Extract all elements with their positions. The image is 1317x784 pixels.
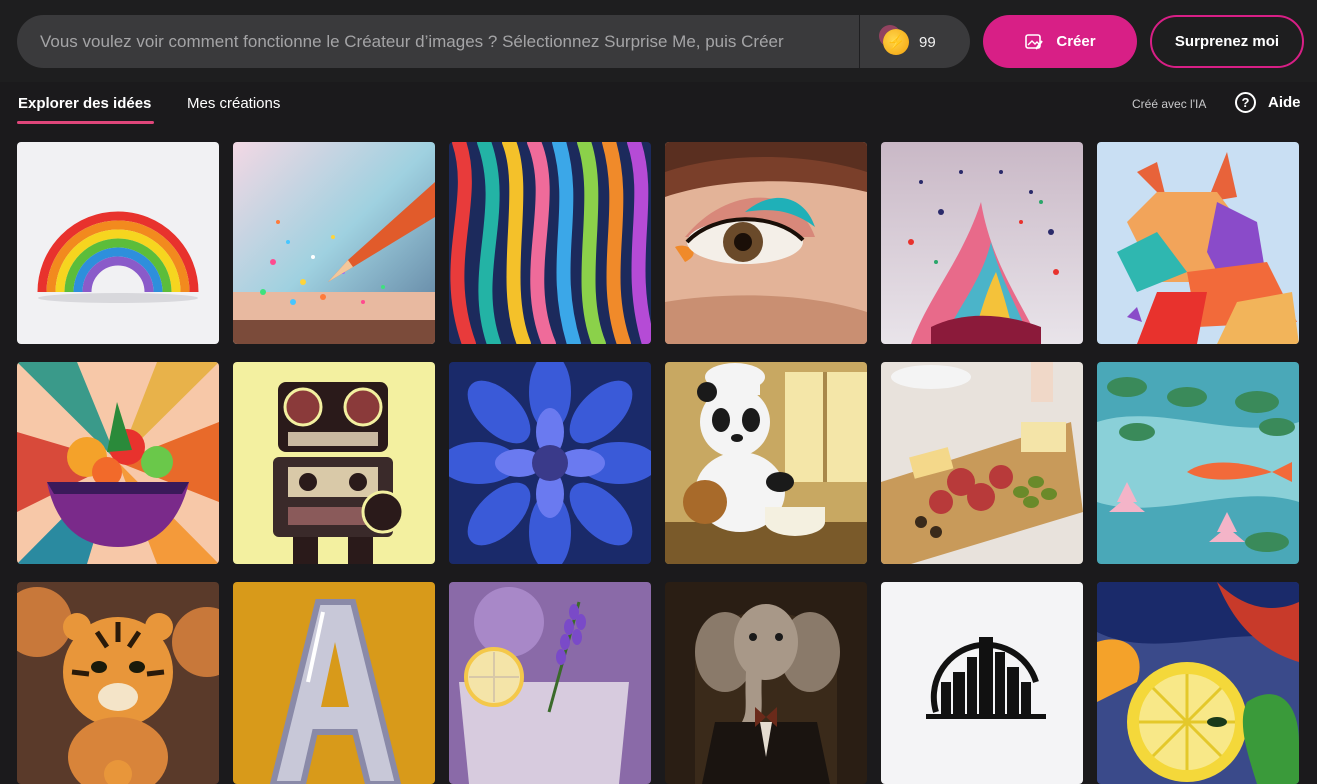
fruit-bowl-image	[17, 362, 219, 564]
gallery-item-ribbons[interactable]	[449, 142, 651, 344]
blue-dahlia-image	[449, 362, 651, 564]
gallery-item-pencil-glitter[interactable]	[233, 142, 435, 344]
pencil-glitter-image	[233, 142, 435, 344]
gallery-item-tiger[interactable]	[17, 582, 219, 784]
create-button[interactable]: Créer	[983, 15, 1137, 68]
eye-makeup-image	[665, 142, 867, 344]
prompt-divider	[859, 15, 860, 68]
gallery-item-lavender-cocktail[interactable]	[449, 582, 651, 784]
gallery-item-paper-wolf[interactable]	[1097, 142, 1299, 344]
prompt-input[interactable]	[17, 15, 859, 68]
help-button[interactable]: ? Aide	[1235, 92, 1301, 113]
gallery-item-koi-pond[interactable]	[1097, 362, 1299, 564]
active-tab-indicator	[17, 121, 154, 124]
boost-count: 99	[919, 33, 936, 51]
prompt-box: ⚡ 99	[17, 15, 970, 68]
help-label: Aide	[1268, 94, 1301, 111]
gallery-item-blue-dahlia[interactable]	[449, 362, 651, 564]
ribbons-image	[449, 142, 651, 344]
lemon-painting-image	[1097, 582, 1299, 784]
gallery-item-retro-robot[interactable]	[233, 362, 435, 564]
tab-explore-label: Explorer des idées	[18, 95, 152, 112]
gallery-item-lemon-painting[interactable]	[1097, 582, 1299, 784]
image-create-icon	[1025, 33, 1044, 50]
top-bar: ⚡ 99 Créer Surprenez moi	[0, 0, 1317, 82]
paint-splash-image	[881, 142, 1083, 344]
create-button-label: Créer	[1056, 33, 1096, 50]
koi-pond-image	[1097, 362, 1299, 564]
tab-my-creations-label: Mes créations	[187, 95, 281, 112]
ideas-gallery	[17, 142, 1299, 784]
gallery-item-chrome-letter[interactable]	[233, 582, 435, 784]
paper-rainbow-image	[17, 142, 219, 344]
city-logo-image	[881, 582, 1083, 784]
tab-my-creations[interactable]: Mes créations	[187, 95, 280, 112]
chrome-letter-image	[233, 582, 435, 784]
retro-robot-image	[233, 362, 435, 564]
gallery-item-charcuterie[interactable]	[881, 362, 1083, 564]
tab-explore[interactable]: Explorer des idées	[18, 95, 151, 112]
gallery-item-panda-chef[interactable]	[665, 362, 867, 564]
ai-created-label: Créé avec l'IA	[1132, 97, 1207, 111]
tiger-image	[17, 582, 219, 784]
gallery-item-fruit-bowl[interactable]	[17, 362, 219, 564]
gallery-item-paint-splash[interactable]	[881, 142, 1083, 344]
tab-bar: Explorer des idées Mes créations Créé av…	[17, 82, 1307, 126]
elephant-suit-image	[665, 582, 867, 784]
help-icon: ?	[1235, 92, 1256, 113]
charcuterie-image	[881, 362, 1083, 564]
gallery-item-eye-makeup[interactable]	[665, 142, 867, 344]
gallery-item-elephant-suit[interactable]	[665, 582, 867, 784]
boost-counter[interactable]: ⚡ 99	[883, 27, 963, 57]
surprise-button-label: Surprenez moi	[1174, 33, 1280, 50]
lavender-cocktail-image	[449, 582, 651, 784]
surprise-button[interactable]: Surprenez moi	[1150, 15, 1304, 68]
lightning-coin-icon: ⚡	[883, 29, 909, 55]
gallery-item-city-logo[interactable]	[881, 582, 1083, 784]
paper-wolf-image	[1097, 142, 1299, 344]
gallery-item-paper-rainbow[interactable]	[17, 142, 219, 344]
panda-chef-image	[665, 362, 867, 564]
